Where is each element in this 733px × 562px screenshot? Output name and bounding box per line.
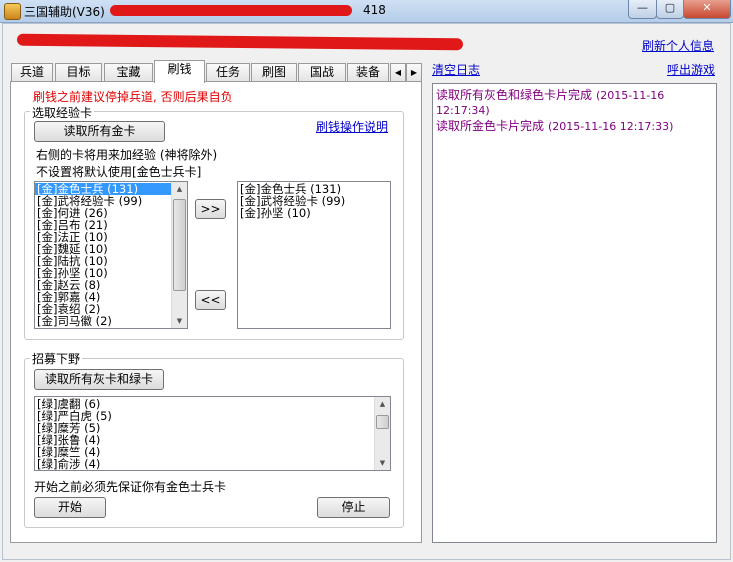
minimize-icon[interactable]: — — [628, 0, 657, 19]
available-cards-list[interactable]: [金]金色士兵 (131) [金]武将经验卡 (99) [金]何进 (26) [… — [34, 181, 188, 329]
log-entry-time: (2015-11-16 — [596, 89, 665, 102]
list-item[interactable]: [金]司马徽 (2) — [35, 315, 187, 327]
tab-scroll-left-icon[interactable]: ◀ — [390, 63, 406, 81]
warning-text: 刷钱之前建议停掉兵道, 否则后果自负 — [33, 90, 233, 104]
app-icon — [4, 3, 21, 20]
tab-shuatu[interactable]: 刷图 — [251, 63, 297, 81]
recruit-list[interactable]: [绿]虞翻 (6) [绿]严白虎 (5) [绿]糜芳 (5) [绿]张鲁 (4)… — [34, 396, 391, 471]
scroll-down-icon[interactable]: ▼ — [172, 314, 187, 328]
close-icon[interactable]: ✕ — [683, 0, 731, 19]
tab-scroll-right-icon[interactable]: ▶ — [406, 63, 422, 81]
tab-guozhan[interactable]: 国战 — [298, 63, 346, 81]
log-pane[interactable]: 读取所有灰色和绿色卡片完成 (2015-11-16 12:17:34) 读取所金… — [432, 83, 717, 543]
tab-baozang[interactable]: 宝藏 — [104, 63, 153, 81]
tab-mubiao[interactable]: 目标 — [55, 63, 102, 81]
refresh-profile-link[interactable]: 刷新个人信息 — [642, 37, 714, 54]
footer-note: 开始之前必须先保证你有金色士兵卡 — [34, 480, 227, 494]
show-game-link[interactable]: 呼出游戏 — [667, 61, 715, 78]
add-card-button[interactable]: >> — [195, 199, 226, 219]
title-bar[interactable]: 三国辅助(V36) 418 — ▢ ✕ — [0, 0, 733, 23]
stop-button[interactable]: 停止 — [317, 497, 390, 518]
tab-shuaqian[interactable]: 刷钱 — [154, 60, 205, 83]
recruit-group-title: 招募下野 — [30, 350, 83, 367]
tab-zhuangbei[interactable]: 装备 — [347, 63, 389, 81]
clear-log-link[interactable]: 清空日志 — [432, 61, 480, 78]
log-entry-time: 12:17:34) — [436, 104, 490, 117]
maximize-icon[interactable]: ▢ — [656, 0, 684, 19]
exp-card-group-title: 选取经验卡 — [30, 104, 95, 121]
log-entry-text: 读取所金色卡片完成 — [436, 119, 545, 133]
start-button[interactable]: 开始 — [34, 497, 106, 518]
read-gold-cards-button[interactable]: 读取所有金卡 — [34, 121, 165, 142]
selected-cards-list[interactable]: [金]金色士兵 (131) [金]武将经验卡 (99) [金]孙坚 (10) — [237, 181, 391, 329]
scroll-up-icon[interactable]: ▲ — [172, 182, 187, 196]
redaction-mark — [110, 5, 352, 16]
tab-bingdao[interactable]: 兵道 — [11, 63, 53, 81]
note-default-card: 不设置将默认使用[金色士兵卡] — [36, 165, 202, 179]
help-link[interactable]: 刷钱操作说明 — [316, 118, 388, 135]
list-item[interactable]: [绿]俞涉 (4) — [35, 458, 390, 470]
note-exp-cards: 右侧的卡将用来加经验 (神将除外) — [36, 148, 218, 162]
window-title: 三国辅助(V36) — [24, 5, 105, 19]
read-gray-green-button[interactable]: 读取所有灰卡和绿卡 — [34, 369, 164, 390]
scroll-down-icon[interactable]: ▼ — [375, 456, 390, 470]
scroll-thumb[interactable] — [173, 199, 186, 291]
list-item[interactable]: [金]孙坚 (10) — [238, 207, 390, 219]
log-entry-time: (2015-11-16 12:17:33) — [548, 120, 674, 133]
scroll-up-icon[interactable]: ▲ — [375, 397, 390, 411]
log-entry-text: 读取所有灰色和绿色卡片完成 — [436, 88, 593, 102]
window-title-suffix: 418 — [363, 3, 386, 17]
scrollbar[interactable]: ▲ ▼ — [171, 182, 187, 328]
remove-card-button[interactable]: << — [195, 290, 226, 310]
scrollbar[interactable]: ▲ ▼ — [374, 397, 390, 470]
tab-renwu[interactable]: 任务 — [206, 63, 250, 81]
scroll-thumb[interactable] — [376, 415, 389, 429]
